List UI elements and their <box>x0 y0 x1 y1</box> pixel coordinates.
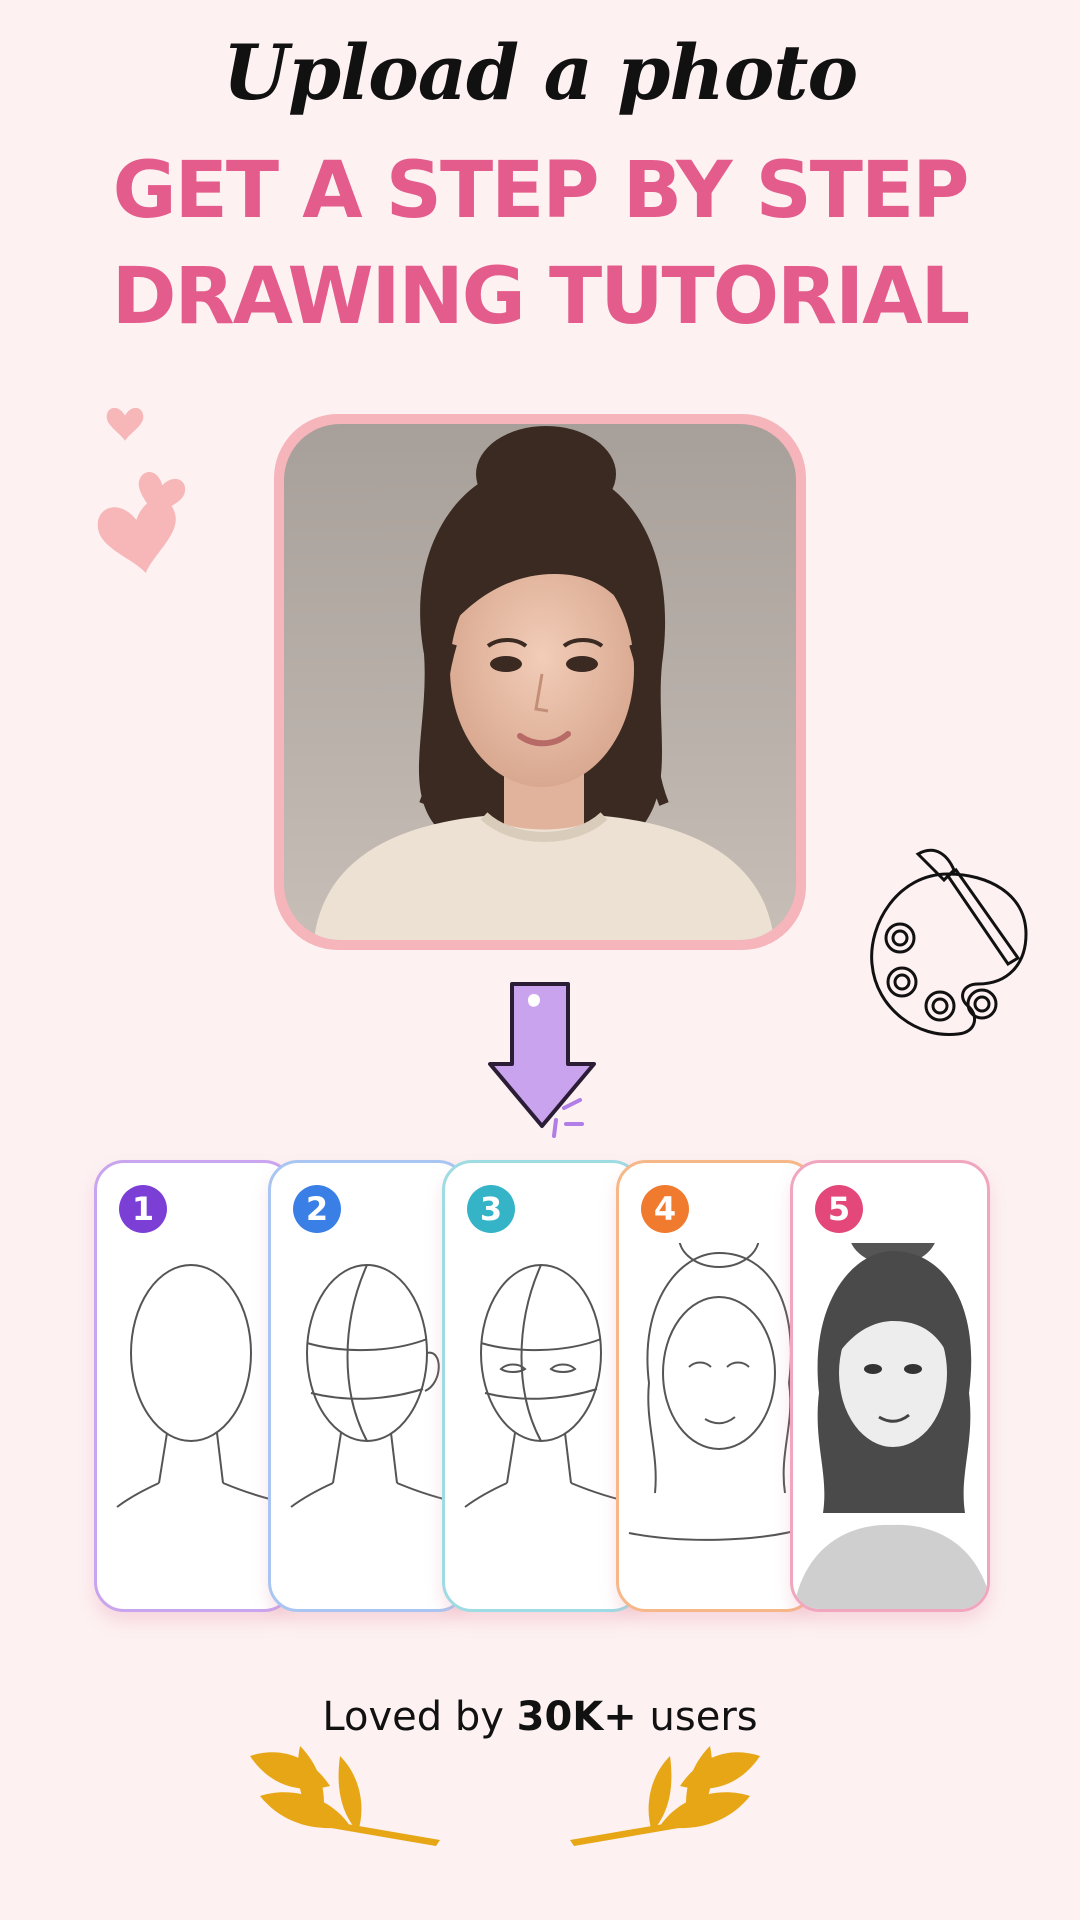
paint-palette-icon <box>870 848 1028 1037</box>
step-card-3[interactable]: 3 <box>442 1160 642 1612</box>
step-card-4[interactable]: 4 <box>616 1160 816 1612</box>
photo-frame[interactable] <box>274 414 806 950</box>
sketch-final-portrait <box>793 1243 987 1609</box>
page-title: GET A STEP BY STEP DRAWING TUTORIAL <box>0 138 1080 350</box>
sketch-head-eyes <box>464 1264 636 1508</box>
sketch-head-guidelines <box>290 1264 462 1508</box>
subtitle-upload-photo: Upload a photo <box>222 28 858 117</box>
laurel-left-icon <box>250 1746 440 1846</box>
step-cards: 1 2 3 4 5 <box>94 1160 994 1620</box>
step-number-badge: 2 <box>293 1185 341 1233</box>
arrow-down-icon <box>488 982 596 1138</box>
step-card-2[interactable]: 2 <box>268 1160 468 1612</box>
portrait-photo <box>284 424 796 940</box>
step-card-1[interactable]: 1 <box>94 1160 294 1612</box>
title-line-1: GET A STEP BY STEP <box>112 146 970 236</box>
step-number-badge: 3 <box>467 1185 515 1233</box>
sketch-face-hair-lines <box>628 1243 810 1541</box>
step-number-badge: 5 <box>815 1185 863 1233</box>
step-number-badge: 4 <box>641 1185 689 1233</box>
sketch-head-outline <box>116 1264 288 1508</box>
step-number-badge: 1 <box>119 1185 167 1233</box>
step-card-5[interactable]: 5 <box>790 1160 990 1612</box>
loved-by-users: Loved by 30K+ users <box>0 1694 1080 1740</box>
hearts-icon <box>97 407 186 574</box>
laurel-right-icon <box>570 1746 760 1846</box>
title-line-2: DRAWING TUTORIAL <box>111 252 970 342</box>
